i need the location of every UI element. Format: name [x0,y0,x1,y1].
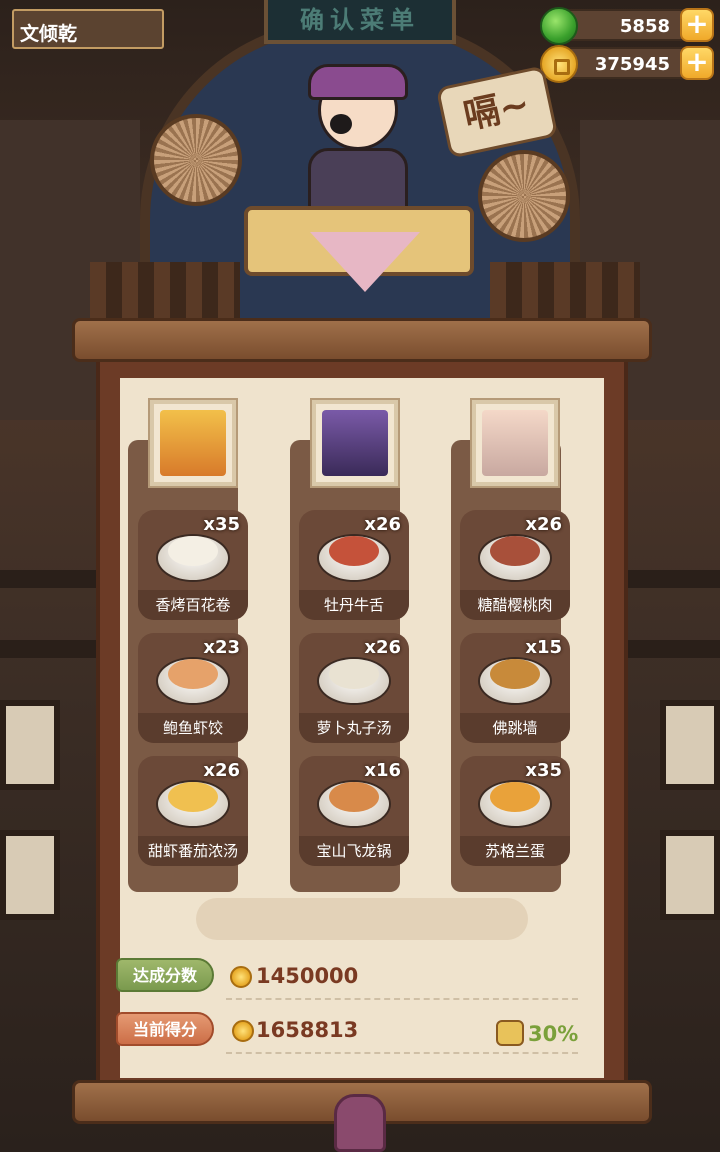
dish-food [168,782,218,812]
guest-portrait[interactable] [312,400,398,486]
target-score-value: 1450000 [256,964,359,988]
dish-quantity: x26 [364,637,401,658]
guest-portrait-image [482,410,548,476]
dish-food [168,659,218,689]
divider [226,998,578,1000]
current-score-value: 1658813 [256,1018,359,1042]
menu-sign: 确认菜单 [264,0,456,44]
guest-portrait[interactable] [150,400,236,486]
dish-name: 宝山飞龙锅 [299,836,409,866]
fan-icon [478,150,570,242]
background-window-right [660,700,720,790]
dish-quantity: x16 [364,760,401,781]
add-coin-button[interactable]: + [680,46,714,80]
eyepatch-icon [330,114,352,134]
coin-currency: 375945 + [540,45,714,83]
dish-food [490,536,540,566]
dish-food [490,659,540,689]
guest-portrait[interactable] [472,400,558,486]
guest-portrait-image [160,410,226,476]
dish-name: 鲍鱼虾饺 [138,713,248,743]
dish-quantity: x35 [203,514,240,535]
dish-card[interactable]: x35 香烤百花卷 [138,510,248,620]
dish-name: 香烤百花卷 [138,590,248,620]
menu-empty-slot [196,898,528,940]
background-window-left [0,830,60,920]
dish-food [168,536,218,566]
dish-card[interactable]: x26 萝卜丸子汤 [299,633,409,743]
dish-card[interactable]: x16 宝山飞龙锅 [299,756,409,866]
bonus-percent: 30% [528,1022,579,1046]
coin-value: 375945 [594,54,670,75]
coin-icon [232,1020,254,1042]
scroll-rod-top [72,318,652,362]
background-window-left [0,700,60,790]
jade-icon [540,7,578,45]
current-score-label: 当前得分 [116,1012,214,1046]
dish-card[interactable]: x26 牡丹牛舌 [299,510,409,620]
dish-name: 糖醋樱桃肉 [460,590,570,620]
add-jade-button[interactable]: + [680,8,714,42]
divider [226,1052,578,1054]
dish-food [329,782,379,812]
background-window-right [660,830,720,920]
dish-name: 佛跳墙 [460,713,570,743]
dish-card[interactable]: x23 鲍鱼虾饺 [138,633,248,743]
jade-value: 5858 [619,16,670,37]
dish-name: 牡丹牛舌 [299,590,409,620]
dish-card[interactable]: x15 佛跳墙 [460,633,570,743]
dish-quantity: x15 [525,637,562,658]
dish-name: 萝卜丸子汤 [299,713,409,743]
fan-icon [150,114,242,206]
coin-icon [230,966,252,988]
dish-card[interactable]: x26 糖醋樱桃肉 [460,510,570,620]
dish-quantity: x26 [525,514,562,535]
dish-quantity: x26 [364,514,401,535]
dish-name: 苏格兰蛋 [460,836,570,866]
bonus-icon [496,1020,524,1046]
guest-portrait-image [322,410,388,476]
dish-quantity: x35 [525,760,562,781]
dish-quantity: x26 [203,760,240,781]
player-name: 文倾乾 [12,9,164,49]
dish-card[interactable]: x35 苏格兰蛋 [460,756,570,866]
dish-food [329,536,379,566]
dish-food [490,782,540,812]
dish-name: 甜虾番茄浓汤 [138,836,248,866]
tassel-knot-icon [334,1094,386,1152]
dish-card[interactable]: x26 甜虾番茄浓汤 [138,756,248,866]
jade-currency: 5858 + [540,7,714,45]
dish-food [329,659,379,689]
target-score-label: 达成分数 [116,958,214,992]
character-headband [308,64,408,100]
dish-quantity: x23 [203,637,240,658]
